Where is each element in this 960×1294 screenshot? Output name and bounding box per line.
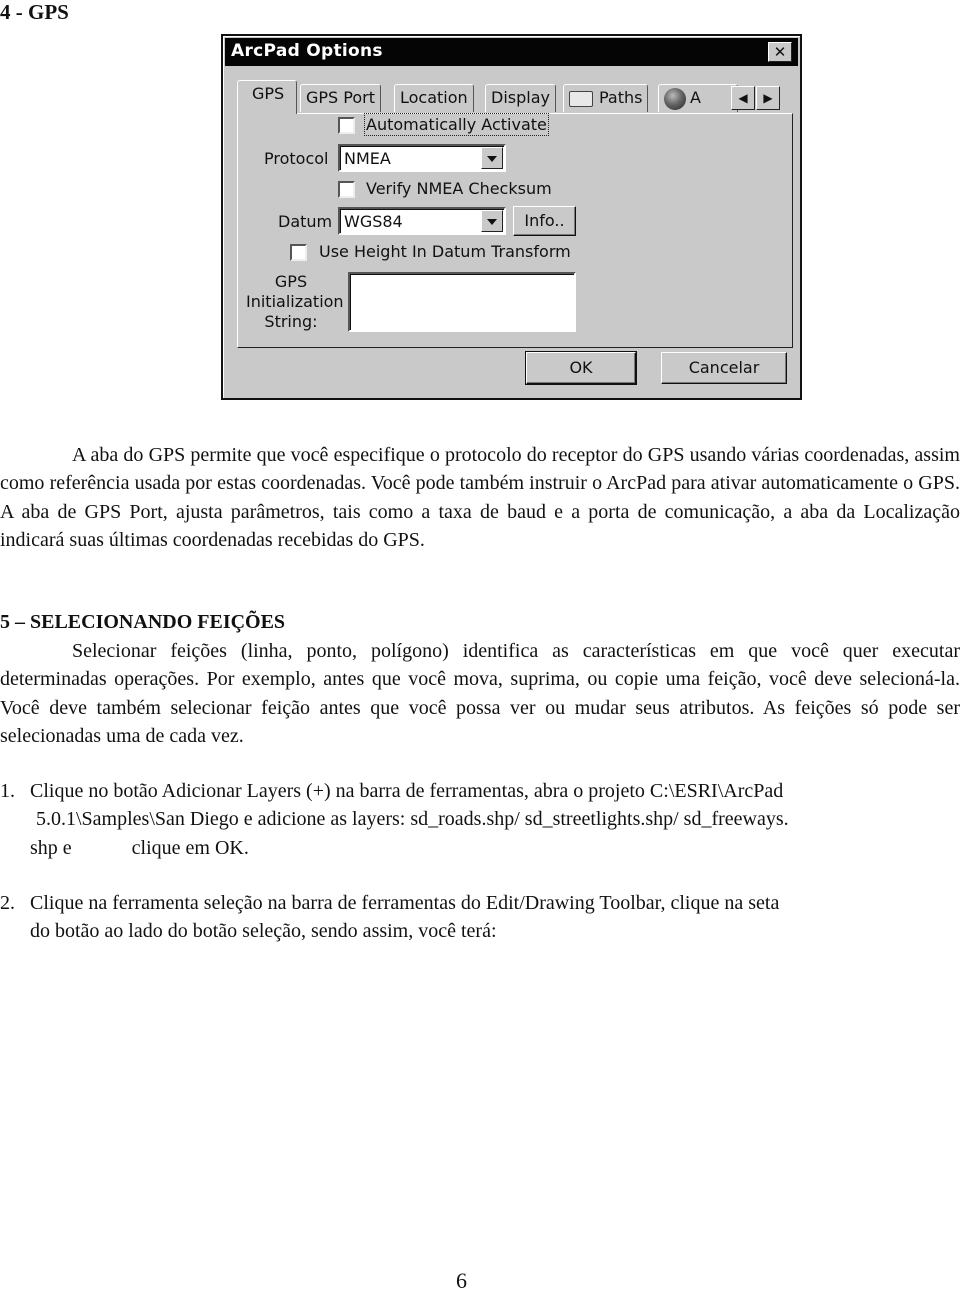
folder-icon (569, 90, 593, 107)
step-1: 1. Clique no botão Adicionar Layers (+) … (0, 777, 960, 862)
init-string-label-line: String: (264, 312, 318, 331)
step-line: 5.0.1\Samples\San Diego e adicione as la… (36, 808, 789, 831)
verify-checksum-label[interactable]: Verify NMEA Checksum (366, 179, 552, 198)
tab-strip: GPS GPS Port Location Display Paths A ◀ … (237, 80, 792, 114)
info-button[interactable]: Info.. (513, 206, 576, 236)
section-4-heading: 4 - GPS (0, 0, 69, 24)
auto-activate-checkbox[interactable] (338, 117, 355, 134)
tab-gps-port[interactable]: GPS Port (300, 84, 382, 112)
section-5-heading: 5 – SELECIONANDO FEIÇÕES (0, 611, 286, 633)
protocol-label: Protocol (264, 149, 329, 168)
use-height-checkbox[interactable] (290, 244, 307, 261)
datum-label: Datum (278, 212, 333, 231)
tab-label: GPS (252, 84, 285, 103)
arrow-left-icon: ◀ (738, 91, 748, 105)
step-2: 2. Clique na ferramenta seleção na barra… (0, 889, 960, 946)
protocol-value: NMEA (344, 149, 391, 168)
tab-a[interactable]: A (658, 84, 738, 112)
verify-checksum-checkbox[interactable] (338, 181, 355, 198)
step-2-text: Clique na ferramenta seleção na barra de… (30, 889, 960, 946)
datum-value: WGS84 (344, 212, 403, 231)
page-number: 6 (456, 1268, 467, 1293)
step-line: Clique na ferramenta seleção na barra de… (30, 892, 780, 914)
tab-label: GPS Port (306, 88, 376, 107)
tab-display[interactable]: Display (485, 84, 556, 112)
tab-scroll-left-button[interactable]: ◀ (731, 86, 755, 110)
paragraph-gps-text: A aba do GPS permite que você especifiqu… (0, 444, 960, 551)
step-1-text: Clique no botão Adicionar Layers (+) na … (30, 777, 960, 862)
tab-label: A (690, 88, 701, 107)
init-string-label-line: Initialization (246, 292, 344, 311)
init-string-input[interactable] (348, 272, 576, 332)
arcpad-options-dialog: ArcPad Options ✕ GPS GPS Port Location D… (221, 34, 802, 400)
step-line: shp e (30, 836, 72, 859)
use-height-label[interactable]: Use Height In Datum Transform (319, 242, 571, 261)
globe-icon (664, 87, 686, 110)
protocol-select[interactable]: NMEA (338, 144, 506, 172)
tab-label: Location (400, 88, 468, 107)
step-line: clique em OK. (131, 836, 249, 859)
dialog-titlebar[interactable]: ArcPad Options ✕ (225, 38, 798, 66)
tab-scroll-right-button[interactable]: ▶ (756, 86, 780, 110)
tab-paths[interactable]: Paths (563, 84, 649, 112)
cancel-button[interactable]: Cancelar (661, 352, 787, 384)
step-line: Clique no botão Adicionar Layers (+) na … (30, 780, 784, 802)
paragraph-select: Selecionar feições (linha, ponto, polígo… (0, 637, 960, 750)
tab-gps[interactable]: GPS (237, 80, 297, 114)
chevron-down-icon[interactable] (481, 147, 503, 169)
step-number: 2. (0, 892, 15, 914)
dialog-title: ArcPad Options (231, 41, 383, 61)
chevron-down-icon[interactable] (481, 210, 503, 232)
auto-activate-label[interactable]: Automatically Activate (364, 113, 549, 136)
tab-location[interactable]: Location (394, 84, 474, 112)
paragraph-select-text: Selecionar feições (linha, ponto, polígo… (0, 640, 960, 747)
datum-select[interactable]: WGS84 (338, 207, 506, 235)
init-string-label: GPS Initialization String: (246, 272, 344, 332)
init-string-label-line: GPS (274, 272, 308, 291)
arrow-right-icon: ▶ (763, 91, 773, 105)
tab-label: Paths (599, 88, 643, 107)
paragraph-gps: A aba do GPS permite que você especifiqu… (0, 441, 960, 554)
tab-label: Display (491, 88, 550, 107)
step-line: do botão ao lado do botão seleção, sendo… (30, 920, 497, 943)
close-button[interactable]: ✕ (768, 42, 792, 62)
close-icon: ✕ (773, 43, 787, 61)
gps-tab-panel: Automatically Activate Protocol NMEA Ver… (237, 113, 793, 348)
step-number: 1. (0, 780, 15, 802)
ok-button[interactable]: OK (525, 351, 637, 385)
